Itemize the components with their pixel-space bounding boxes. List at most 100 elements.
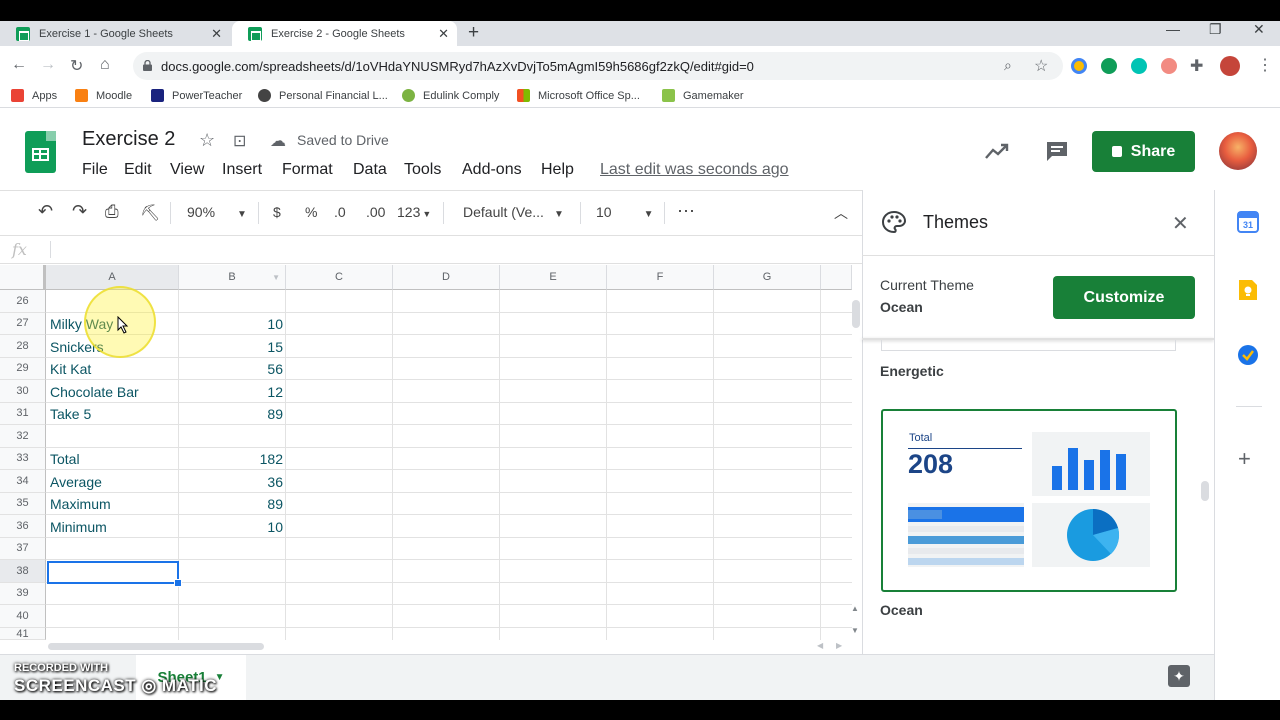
reload-icon[interactable]: ↻ (70, 56, 83, 76)
row-header[interactable]: 27 (0, 312, 46, 335)
cell-a33[interactable]: Total (50, 451, 80, 467)
percent-format-button[interactable]: % (305, 204, 317, 220)
get-addons-plus-icon[interactable]: + (1238, 446, 1251, 472)
column-header-b[interactable]: B ▼ (179, 265, 286, 290)
more-options-button[interactable]: ⋯ (677, 201, 695, 222)
font-select[interactable]: Default (Ve... ▼ (463, 204, 564, 220)
row-header[interactable]: 28 (0, 335, 46, 358)
cell-b29[interactable]: 56 (180, 361, 283, 377)
undo-icon[interactable]: ↶ (38, 201, 53, 222)
zoom-search-icon[interactable]: ⌕ (1004, 57, 1012, 74)
restore-icon[interactable]: ❐ (1209, 21, 1222, 38)
extensions-puzzle-icon[interactable]: ✚ (1190, 56, 1203, 76)
panel-scroll-thumb[interactable] (1201, 481, 1209, 501)
menu-insert[interactable]: Insert (222, 161, 262, 179)
row-header[interactable]: 29 (0, 357, 46, 380)
keep-icon[interactable] (1238, 279, 1258, 301)
row-header[interactable]: 33 (0, 447, 46, 470)
column-header-g[interactable]: G (714, 265, 821, 290)
browser-menu-icon[interactable]: ⋮ (1257, 55, 1273, 75)
bookmark-gamemaker[interactable]: Gamemaker (662, 89, 744, 102)
column-header-h[interactable] (821, 265, 852, 290)
star-icon[interactable]: ☆ (199, 130, 215, 151)
print-icon[interactable]: ⎙ (105, 202, 119, 222)
extension-icon[interactable] (1131, 58, 1147, 74)
menu-tools[interactable]: Tools (404, 161, 441, 179)
row-header[interactable]: 37 (0, 537, 46, 560)
scroll-up-icon[interactable]: ▲ (851, 604, 859, 613)
row-header[interactable]: 31 (0, 402, 46, 425)
menu-format[interactable]: Format (282, 161, 333, 179)
column-header-c[interactable]: C (286, 265, 393, 290)
row-header[interactable]: 39 (0, 582, 46, 605)
cell-b30[interactable]: 12 (180, 384, 283, 400)
column-header-f[interactable]: F (607, 265, 714, 290)
menu-addons[interactable]: Add-ons (462, 161, 522, 179)
zoom-select[interactable]: 90% ▼ (187, 204, 247, 220)
cell-b36[interactable]: 10 (180, 519, 283, 535)
home-icon[interactable]: ⌂ (100, 56, 110, 74)
last-edit-link[interactable]: Last edit was seconds ago (600, 161, 789, 179)
close-panel-icon[interactable]: ✕ (1172, 211, 1189, 236)
column-header-e[interactable]: E (500, 265, 607, 290)
menu-view[interactable]: View (170, 161, 204, 179)
redo-icon[interactable]: ↷ (72, 201, 87, 222)
explore-icon[interactable]: ✦ (1168, 665, 1190, 687)
comments-icon[interactable] (1045, 140, 1069, 162)
more-formats-button[interactable]: 123 ▼ (397, 204, 431, 220)
cell-b34[interactable]: 36 (180, 474, 283, 490)
row-header[interactable]: 26 (0, 290, 46, 313)
bookmark-personal-financial[interactable]: Personal Financial L... (258, 89, 388, 102)
customize-button[interactable]: Customize (1053, 276, 1195, 319)
row-header[interactable]: 34 (0, 470, 46, 493)
scroll-down-icon[interactable]: ▼ (851, 626, 859, 635)
vertical-scroll-thumb[interactable] (852, 300, 860, 328)
extension-icon[interactable] (1071, 58, 1087, 74)
cell-a31[interactable]: Take 5 (50, 406, 91, 422)
document-title[interactable]: Exercise 2 (82, 128, 175, 151)
scroll-right-icon[interactable]: ▶ (836, 641, 842, 650)
scroll-left-icon[interactable]: ◀ (817, 641, 823, 650)
cell-a34[interactable]: Average (50, 474, 102, 490)
bookmark-microsoft-office[interactable]: Microsoft Office Sp... (517, 89, 640, 102)
decrease-decimal-button[interactable]: .0 (334, 204, 346, 220)
menu-data[interactable]: Data (353, 161, 387, 179)
cell-a29[interactable]: Kit Kat (50, 361, 91, 377)
back-icon[interactable]: ← (11, 56, 27, 74)
close-tab-icon[interactable]: ✕ (211, 26, 222, 42)
sheets-logo[interactable] (25, 131, 56, 173)
cell-b35[interactable]: 89 (180, 496, 283, 512)
window-close-icon[interactable]: ✕ (1253, 21, 1265, 38)
column-header-d[interactable]: D (393, 265, 500, 290)
row-header[interactable]: 41 (0, 627, 46, 640)
move-folder-icon[interactable]: ⊡ (233, 131, 246, 151)
bookmark-star-icon[interactable]: ☆ (1034, 56, 1048, 76)
save-status[interactable]: Saved to Drive (297, 132, 389, 148)
browser-tab-exercise-1[interactable]: Exercise 1 - Google Sheets ✕ (0, 21, 230, 46)
cell-a35[interactable]: Maximum (50, 496, 111, 512)
cell-b33[interactable]: 182 (180, 451, 283, 467)
row-header[interactable]: 30 (0, 380, 46, 403)
calendar-icon[interactable]: 31 (1237, 211, 1259, 233)
vertical-scrollbar[interactable] (852, 290, 862, 640)
menu-edit[interactable]: Edit (124, 161, 152, 179)
paint-format-icon[interactable]: ⛏ (140, 203, 160, 223)
menu-file[interactable]: File (82, 161, 108, 179)
previous-theme-card-edge[interactable] (881, 340, 1176, 351)
increase-decimal-button[interactable]: .00 (366, 204, 385, 220)
row-header[interactable]: 36 (0, 515, 46, 538)
minimize-icon[interactable]: — (1166, 21, 1180, 37)
explore-trend-icon[interactable] (984, 141, 1010, 161)
collapse-toolbar-icon[interactable]: ︿ (834, 203, 848, 223)
lock-icon[interactable] (143, 60, 152, 71)
font-size-select[interactable]: 10 ▼ (596, 204, 653, 220)
row-header[interactable]: 32 (0, 425, 46, 448)
currency-format-button[interactable]: $ (273, 204, 281, 220)
bookmark-edulink[interactable]: Edulink Comply (402, 89, 499, 102)
select-all-corner[interactable] (0, 265, 46, 290)
bookmark-apps[interactable]: Apps (11, 89, 57, 102)
row-header[interactable]: 35 (0, 492, 46, 515)
filter-dropdown-icon[interactable]: ▼ (272, 273, 280, 282)
cell-b28[interactable]: 15 (180, 339, 283, 355)
forward-icon[interactable]: → (40, 56, 56, 74)
